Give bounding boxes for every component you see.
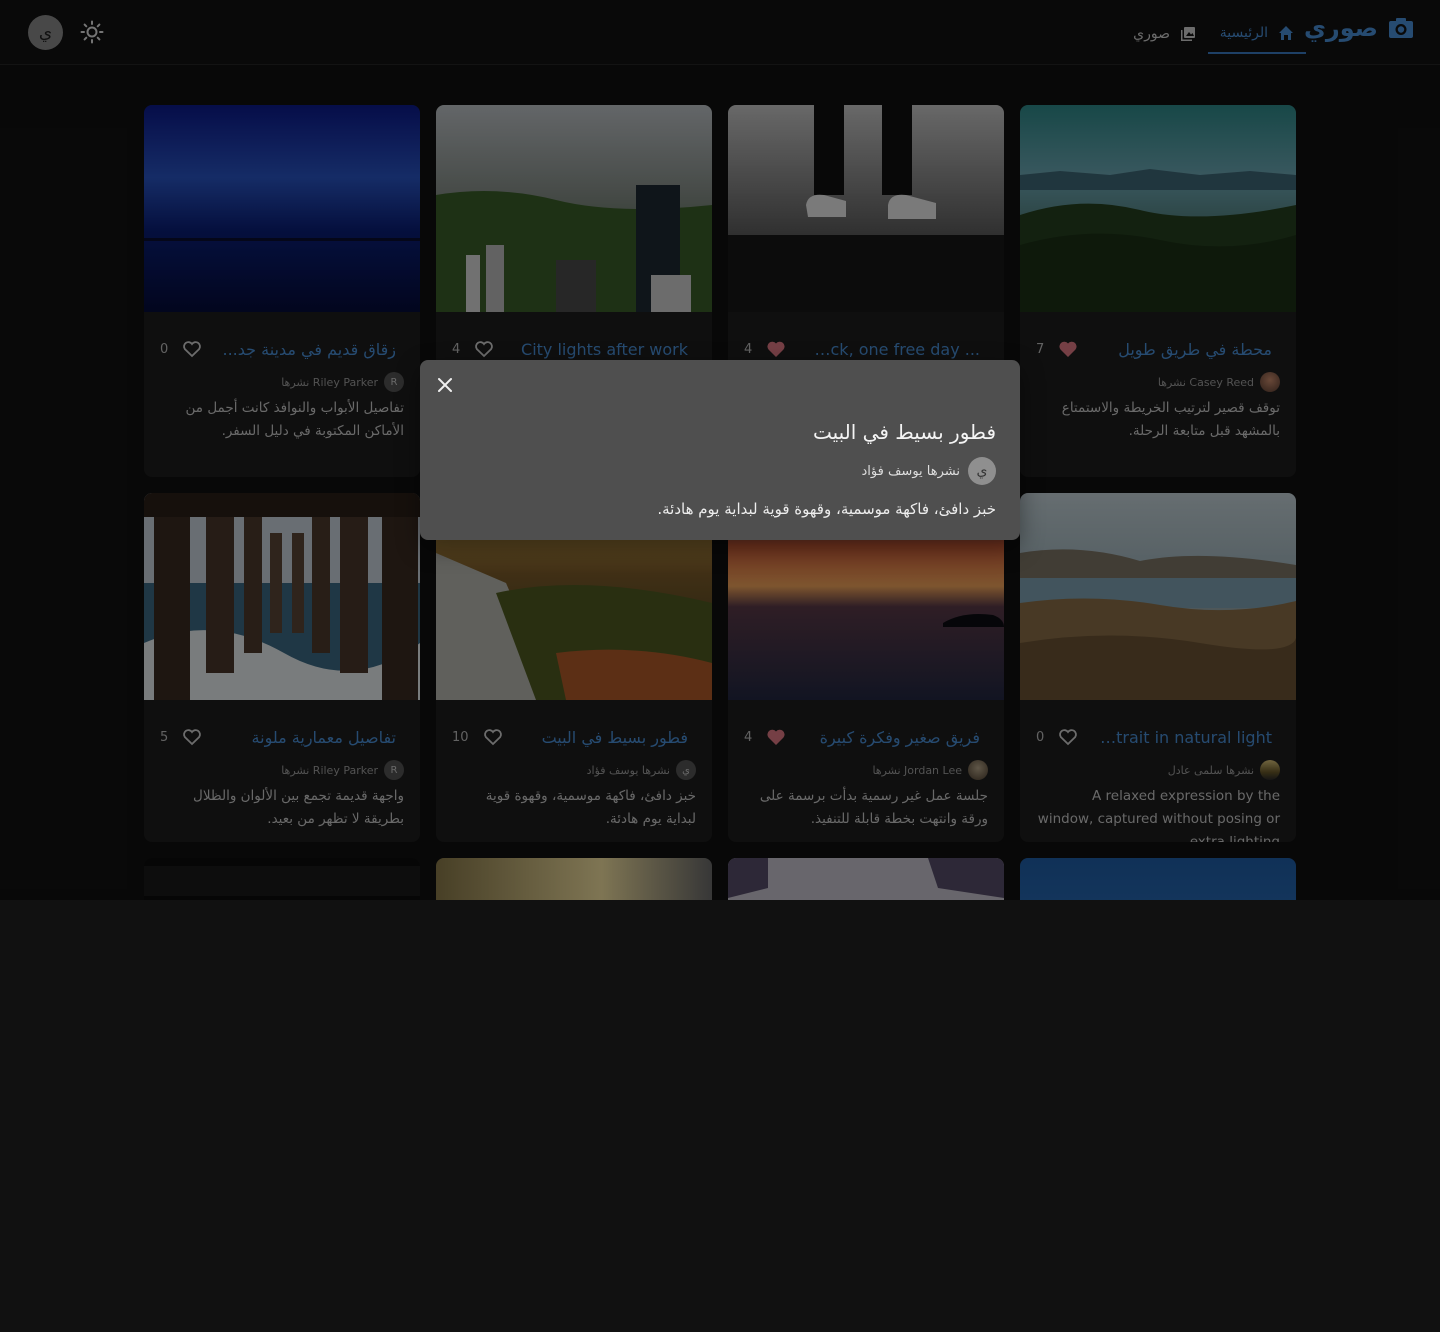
modal-description: خبز دافئ، فاكهة موسمية، وقهوة قوية لبداي… — [657, 500, 996, 518]
modal-author-name: نشرها يوسف فؤاد — [861, 463, 960, 479]
modal-author-avatar[interactable]: ي — [968, 457, 996, 485]
close-icon — [438, 378, 452, 392]
modal-author: ي نشرها يوسف فؤاد — [862, 457, 996, 485]
modal-close-button[interactable] — [434, 374, 456, 396]
photo-detail-modal: فطور بسيط في البيت ي نشرها يوسف فؤاد خبز… — [420, 360, 1020, 540]
modal-title: فطور بسيط في البيت — [812, 420, 996, 444]
